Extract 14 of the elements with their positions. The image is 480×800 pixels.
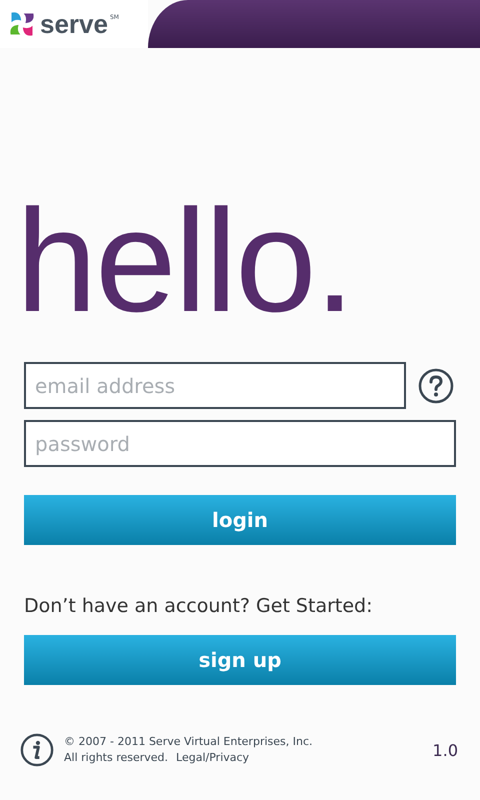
info-icon[interactable] bbox=[20, 733, 54, 767]
help-icon[interactable] bbox=[418, 368, 454, 404]
greeting-heading: hello. bbox=[16, 188, 354, 316]
signup-prompt: Don’t have an account? Get Started: bbox=[24, 595, 374, 617]
brand-name: serve bbox=[40, 11, 108, 37]
email-field[interactable]: email address bbox=[24, 362, 406, 409]
password-field[interactable]: password bbox=[24, 420, 456, 467]
login-button[interactable]: login bbox=[24, 495, 456, 545]
rights-text: All rights reserved. bbox=[64, 750, 168, 766]
version-text: 1.0 bbox=[432, 740, 458, 760]
copyright-text: © 2007 - 2011 Serve Virtual Enterprises, Inc. bbox=[64, 734, 314, 750]
legal-privacy-link[interactable]: Legal/Privacy bbox=[176, 750, 250, 766]
pinwheel-logo-icon bbox=[8, 10, 36, 38]
signup-button[interactable]: sign up bbox=[24, 635, 456, 685]
